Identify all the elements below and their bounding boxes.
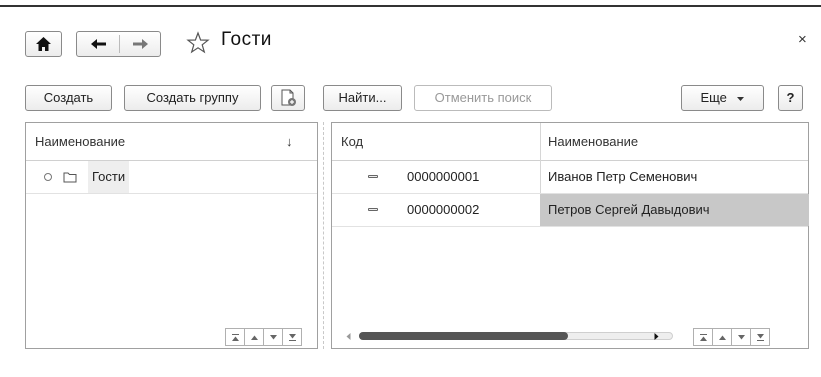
table-row-line [332, 226, 808, 227]
scroll-left-icon[interactable] [345, 332, 352, 341]
panel-splitter[interactable] [323, 122, 324, 349]
copy-document-icon [281, 89, 296, 106]
row-code: 0000000001 [407, 169, 480, 184]
tree-header-name[interactable]: Наименование [35, 123, 125, 160]
tree-item-label: Гости [88, 161, 130, 193]
home-button[interactable] [25, 31, 62, 57]
more-label: Еще [700, 90, 727, 105]
table-scroll-buttons [693, 328, 770, 346]
forward-button[interactable] [120, 32, 161, 56]
row-name: Иванов Петр Семенович [548, 169, 698, 184]
caret-down-icon [736, 96, 744, 101]
scroll-bottom-icon[interactable] [750, 328, 770, 346]
back-button[interactable] [77, 32, 119, 56]
scroll-bottom-icon[interactable] [282, 328, 302, 346]
table-row-selected[interactable]: 0000000002 Петров Сергей Давыдович [332, 194, 808, 226]
sort-indicator[interactable]: ↓ [286, 123, 293, 160]
scroll-up-icon[interactable] [244, 328, 264, 346]
circle-icon [44, 173, 52, 181]
arrow-left-icon [91, 39, 106, 49]
scroll-down-icon[interactable] [731, 328, 751, 346]
scroll-down-icon[interactable] [263, 328, 283, 346]
close-icon[interactable]: × [798, 31, 807, 48]
scroll-top-icon[interactable] [225, 328, 245, 346]
row-code: 0000000002 [407, 202, 480, 217]
item-marker-icon [368, 208, 378, 211]
find-button[interactable]: Найти... [323, 85, 402, 111]
tree-scroll-buttons [225, 328, 302, 346]
help-button[interactable]: ? [778, 85, 803, 111]
items-table-panel: Код Наименование 0000000001 Иванов Петр … [331, 122, 809, 349]
item-marker-icon [368, 175, 378, 178]
create-group-button[interactable]: Создать группу [124, 85, 261, 111]
column-header-code[interactable]: Код [341, 123, 363, 160]
arrow-right-icon [133, 39, 148, 49]
tree-item-guests[interactable]: Гости [26, 161, 317, 193]
more-button[interactable]: Еще [681, 85, 764, 111]
column-header-name[interactable]: Наименование [548, 123, 638, 160]
scroll-up-icon[interactable] [712, 328, 732, 346]
navigation-buttons [76, 31, 161, 57]
horizontal-scroll-thumb[interactable] [359, 332, 568, 340]
cancel-search-button[interactable]: Отменить поиск [414, 85, 552, 111]
row-name: Петров Сергей Давыдович [548, 202, 710, 217]
scroll-right-icon[interactable] [653, 332, 660, 341]
create-button[interactable]: Создать [25, 85, 112, 111]
tree-row-line [26, 193, 317, 194]
table-row[interactable]: 0000000001 Иванов Петр Семенович [332, 161, 808, 193]
scroll-top-icon[interactable] [693, 328, 713, 346]
star-icon[interactable] [186, 31, 210, 60]
copy-button[interactable] [271, 85, 305, 111]
group-tree-panel: Наименование ↓ Гости [25, 122, 318, 349]
home-icon [36, 37, 51, 51]
page-title: Гости [221, 29, 272, 50]
folder-icon [63, 172, 77, 183]
